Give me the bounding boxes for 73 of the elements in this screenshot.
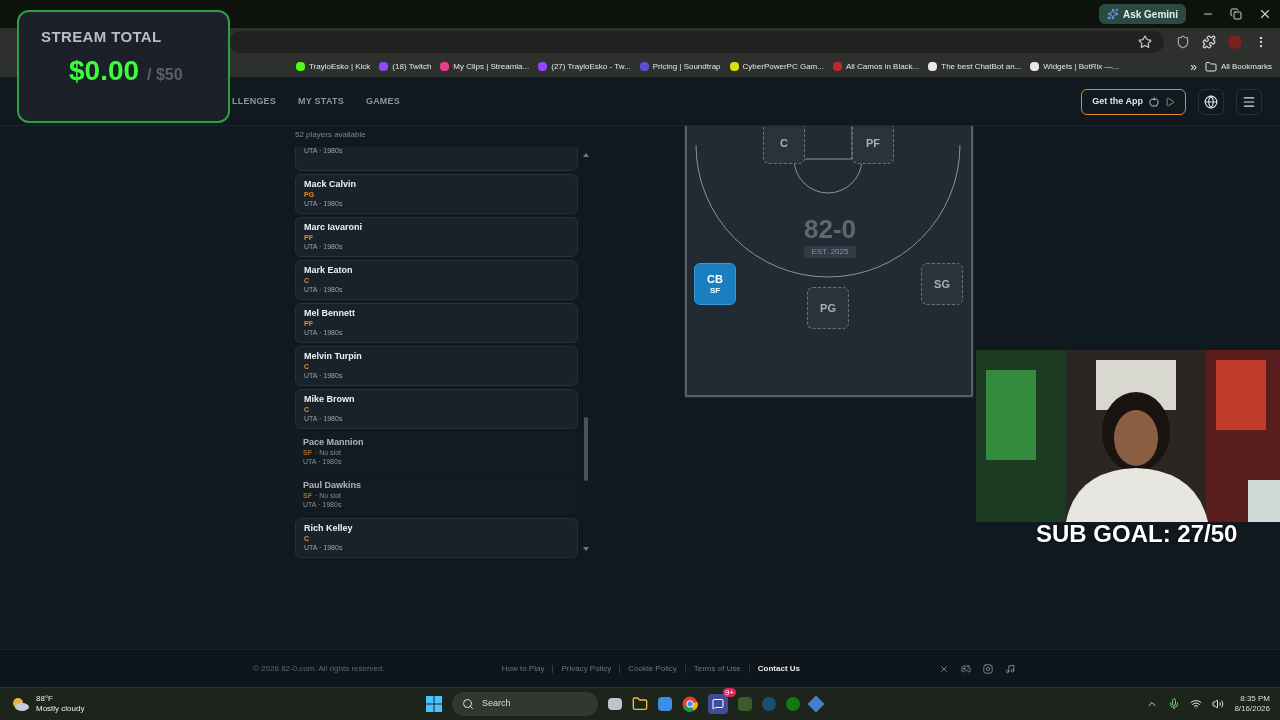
- footer-link[interactable]: Terms of Use: [693, 662, 741, 675]
- shield-icon[interactable]: [1176, 35, 1190, 49]
- nav-link[interactable]: MY STATS: [298, 94, 344, 109]
- search-label[interactable]: Search: [482, 697, 511, 711]
- nav-link[interactable]: GAMES: [365, 94, 401, 109]
- position-slot[interactable]: PG: [807, 287, 849, 329]
- position-slot[interactable]: CB SF: [694, 263, 736, 305]
- extensions-icon[interactable]: [1202, 35, 1216, 49]
- footer-link[interactable]: Privacy Policy: [561, 662, 612, 675]
- apple-icon: [1149, 96, 1159, 107]
- folder-icon[interactable]: [632, 696, 648, 712]
- clock-date[interactable]: 8/16/2026: [1234, 704, 1270, 714]
- bookmark-title[interactable]: Pricing | Soundtrap: [652, 60, 721, 73]
- player-name: Paul Dawkins: [303, 480, 363, 491]
- all-bookmarks[interactable]: All Bookmarks: [1204, 60, 1272, 73]
- notification-badge: 9+: [722, 688, 736, 697]
- bookmark-title[interactable]: (18) Twitch: [392, 60, 432, 73]
- player-name: Mark Eaton: [304, 265, 354, 276]
- taskbar-search[interactable]: Search: [452, 692, 598, 716]
- player-count: 52 players available: [295, 129, 367, 141]
- volume-icon[interactable]: [1212, 698, 1225, 710]
- sparkle-icon: [1106, 8, 1119, 20]
- player-name: Rich Kelley: [304, 523, 354, 534]
- tiktok-icon[interactable]: [1005, 663, 1015, 674]
- logo-text: 82-0: [803, 216, 856, 242]
- bookmark[interactable]: Pricing | Soundtrap: [639, 60, 721, 73]
- player-name: Mack Calvin: [304, 179, 358, 190]
- all-bookmarks-label[interactable]: All Bookmarks: [1220, 60, 1272, 73]
- position-slot[interactable]: SG: [921, 263, 963, 305]
- clock-time[interactable]: 8:35 PM: [1240, 694, 1270, 704]
- menu-icon: [1242, 94, 1256, 109]
- language-button[interactable]: [1198, 88, 1224, 115]
- restore-icon[interactable]: [1230, 8, 1242, 20]
- player-name: Pace Mannion: [303, 437, 365, 448]
- bookmark-title[interactable]: TrayloEsko | Kick: [309, 60, 371, 73]
- stream-goal: / $50: [147, 64, 183, 85]
- instagram-icon[interactable]: [983, 663, 993, 674]
- footer-link[interactable]: Contact Us: [757, 662, 801, 675]
- microphone-icon[interactable]: [1168, 698, 1181, 710]
- stream-total-amount: $0.00: [69, 56, 140, 85]
- copyright-text: © 2026 82-0.com. All rights reserved.: [253, 662, 385, 675]
- position-slot[interactable]: C: [763, 126, 805, 164]
- search-icon: [462, 698, 474, 710]
- player-name: Mel Bennett: [304, 308, 356, 319]
- windows-start-icon[interactable]: [426, 696, 442, 712]
- overlay-title: STREAM TOTAL: [41, 27, 163, 47]
- chrome-icon[interactable]: [682, 696, 698, 712]
- ask-gemini-button[interactable]: Ask Gemini: [1098, 4, 1186, 24]
- player-name: Melvin Turpin: [304, 351, 363, 362]
- close-icon[interactable]: [1258, 7, 1272, 21]
- weather-icon[interactable]: [10, 696, 30, 712]
- player-name: Marc Iavaroni: [304, 222, 364, 233]
- weather-condition: Mostly cloudy: [36, 704, 85, 714]
- footer-link[interactable]: How to Play: [501, 662, 545, 675]
- menu-button[interactable]: [1236, 88, 1262, 115]
- play-store-icon: [1165, 96, 1175, 107]
- temperature: 88°F: [36, 694, 54, 704]
- folder-icon: [1204, 60, 1217, 73]
- network-icon[interactable]: [1190, 698, 1203, 710]
- position-slot[interactable]: PF: [852, 126, 894, 164]
- sub-goal-text: SUB GOAL: 27/50: [1036, 522, 1238, 546]
- star-icon[interactable]: [1138, 35, 1152, 49]
- bookmark[interactable]: (18) Twitch: [379, 60, 432, 73]
- bookmark[interactable]: TrayloEsko | Kick: [296, 60, 371, 73]
- get-app-button[interactable]: Get the App: [1081, 88, 1186, 115]
- x-icon[interactable]: [939, 663, 949, 674]
- nav-link[interactable]: LLENGES: [232, 94, 277, 109]
- logo-subtitle: EST. 2025: [803, 246, 857, 258]
- footer-link[interactable]: Cookie Policy: [628, 662, 677, 675]
- globe-icon: [1204, 94, 1218, 109]
- more-bookmarks-button[interactable]: »: [1190, 57, 1197, 76]
- player-name: Mike Brown: [304, 394, 356, 405]
- chat-icon: [712, 698, 724, 710]
